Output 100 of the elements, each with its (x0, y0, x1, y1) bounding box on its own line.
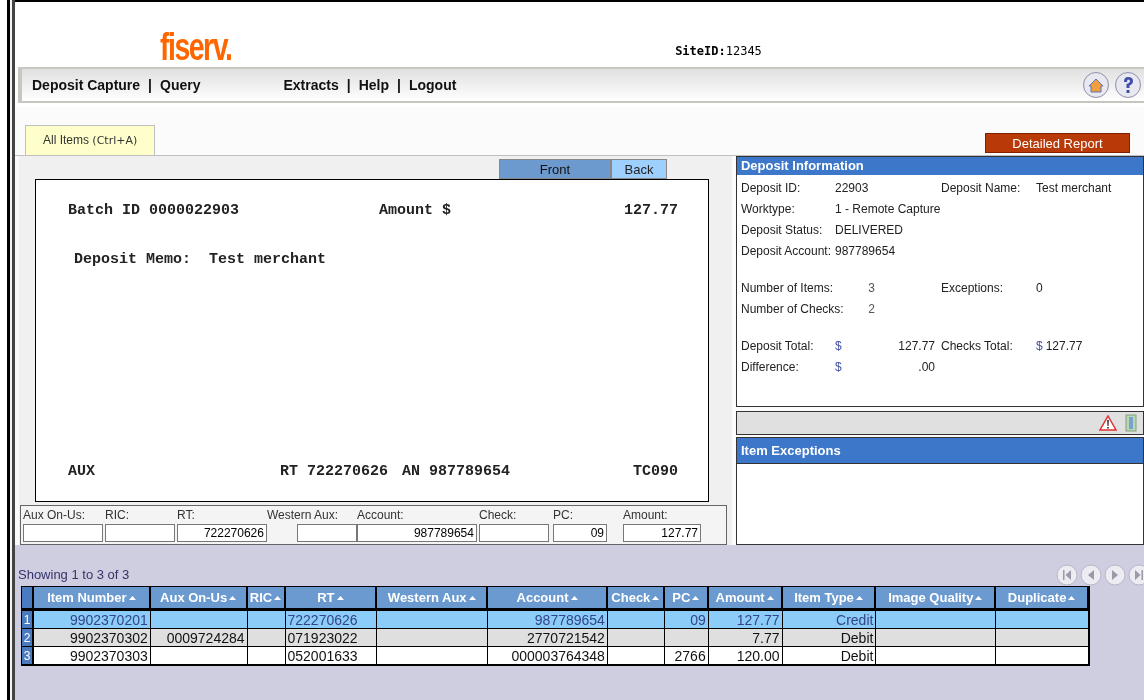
image-side-tab[interactable]: Front (499, 159, 611, 179)
field-label: Check: (479, 507, 517, 524)
deposit-memo-text: Deposit Memo: Test merchant (74, 249, 328, 270)
first-page-icon[interactable] (1056, 564, 1078, 586)
previous-page-icon[interactable] (1080, 564, 1102, 586)
detailed-report-button[interactable]: Detailed Report (985, 133, 1130, 153)
field-label: Amount: (623, 507, 668, 524)
help-icon[interactable] (1114, 71, 1142, 99)
table-row[interactable]: 2 9902370302 0009724284 071923022 2770721542 7.77 Debit (22, 629, 1089, 647)
micr-field: TC090 (632, 460, 678, 483)
input-field[interactable] (105, 524, 175, 542)
micr-field: AN 987789654 (402, 460, 511, 483)
info-label: Worktype: (741, 200, 796, 218)
tab[interactable]: All Items (Ctrl+A) (25, 125, 156, 155)
field-label: RT: (177, 507, 195, 524)
site-id: SiteID:12345 (675, 43, 762, 60)
info-value: 2 (868, 300, 875, 318)
table-row[interactable]: 3 9902370303 052001633 000003764348 2766 120.00 Debit (22, 647, 1089, 665)
panel-title: Item Exceptions (737, 438, 1143, 465)
info-label: Deposit ID: (741, 179, 802, 197)
info-value: Test merchant (1036, 179, 1112, 197)
info-label: Deposit Name: (941, 179, 1022, 197)
input-field[interactable]: 09 (553, 524, 607, 542)
nav-link[interactable]: Help (358, 74, 390, 96)
sort-arrow-icon (692, 595, 700, 600)
info-label: Difference: (741, 358, 800, 376)
currency-symbol: $ (835, 358, 843, 376)
sort-arrow-icon (468, 595, 476, 600)
image-side-tab[interactable]: Back (611, 159, 667, 179)
last-page-icon[interactable] (1128, 564, 1144, 586)
micr-field: RT 722270626 (280, 460, 389, 483)
table-cell: 722270626 (285, 611, 378, 628)
info-value: 0 (1036, 279, 1043, 297)
nav-separator: | (346, 75, 351, 95)
input-field[interactable] (479, 524, 549, 542)
sort-arrow-icon (1068, 595, 1076, 600)
currency-symbol: $ (835, 337, 843, 355)
info-label: Deposit Total: (741, 337, 815, 355)
field-label: Aux On-Us: (23, 507, 85, 524)
amount-value: 127.77 (623, 201, 678, 221)
input-field[interactable]: 722270626 (177, 524, 267, 542)
input-field[interactable] (23, 524, 103, 542)
nav-separator: | (148, 75, 153, 95)
home-icon[interactable] (1082, 71, 1110, 99)
info-value: .00 (917, 358, 936, 376)
field-label: RIC: (105, 507, 129, 524)
table-cell: 09 (664, 611, 709, 628)
table-cell: Debit (782, 629, 877, 646)
info-value: 127.77 (1045, 337, 1083, 355)
info-value: 1 - Remote Capture (835, 200, 941, 218)
info-value: 22903 (835, 179, 869, 197)
table-cell: 071923022 (285, 629, 378, 646)
table-cell: 120.00 (708, 647, 783, 664)
info-label: Exceptions: (941, 279, 1005, 297)
table-cell: 7.77 (708, 629, 783, 646)
nav-link[interactable]: Logout (408, 74, 457, 96)
showing-count: Showing 1 to 3 of 3 (18, 566, 130, 585)
info-value: DELIVERED (835, 221, 903, 239)
sort-arrow-icon (229, 595, 237, 600)
sort-arrow-icon (274, 595, 282, 600)
next-page-icon[interactable] (1104, 564, 1126, 586)
table-cell: 9902370302 (33, 629, 151, 646)
sort-arrow-icon (766, 595, 774, 600)
info-label: Number of Items: (741, 279, 834, 297)
currency-symbol: $ (1036, 337, 1043, 355)
info-label: Deposit Account: (741, 242, 833, 260)
table-cell: 9902370303 (33, 647, 151, 664)
nav-link[interactable]: Extracts (283, 74, 339, 96)
table-cell: 052001633 (285, 647, 378, 664)
sort-arrow-icon (975, 595, 983, 600)
sort-arrow-icon (570, 595, 578, 600)
sort-arrow-icon (336, 595, 344, 600)
info-value: 3 (868, 279, 875, 297)
micr-field: AUX (68, 460, 95, 483)
table-cell: 000003764348 (488, 647, 608, 664)
info-label: Number of Checks: (741, 300, 844, 318)
warning-icon[interactable] (1099, 415, 1117, 432)
row-number: 3 (22, 647, 34, 664)
field-label: PC: (553, 507, 573, 524)
batch-id-text: Batch ID 0000022903 (68, 201, 240, 221)
nav-link[interactable]: Query (160, 74, 201, 96)
table-row[interactable]: 1 9902370201 722270626 987789654 09 127.77 Credit (22, 611, 1089, 629)
input-field[interactable]: 127.77 (623, 524, 701, 542)
table-cell: 987789654 (488, 611, 608, 628)
info-value: 127.77 (897, 337, 936, 355)
sort-arrow-icon (652, 595, 660, 600)
table-cell: Debit (782, 647, 877, 664)
table-cell: 2766 (664, 647, 709, 664)
logo: fiserv. (160, 28, 232, 66)
table-cell: Credit (782, 611, 877, 628)
info-label: Checks Total: (941, 337, 1014, 355)
row-number: 2 (22, 629, 34, 646)
panel-title: Deposit Information (737, 157, 1143, 175)
sort-arrow-icon (855, 595, 863, 600)
input-field[interactable]: 987789654 (357, 524, 477, 542)
input-field[interactable] (297, 524, 357, 542)
field-label: Western Aux: (267, 507, 339, 524)
nav-link[interactable]: Deposit Capture (32, 74, 141, 96)
sort-arrow-icon (128, 595, 136, 600)
info-value: 987789654 (835, 242, 896, 260)
